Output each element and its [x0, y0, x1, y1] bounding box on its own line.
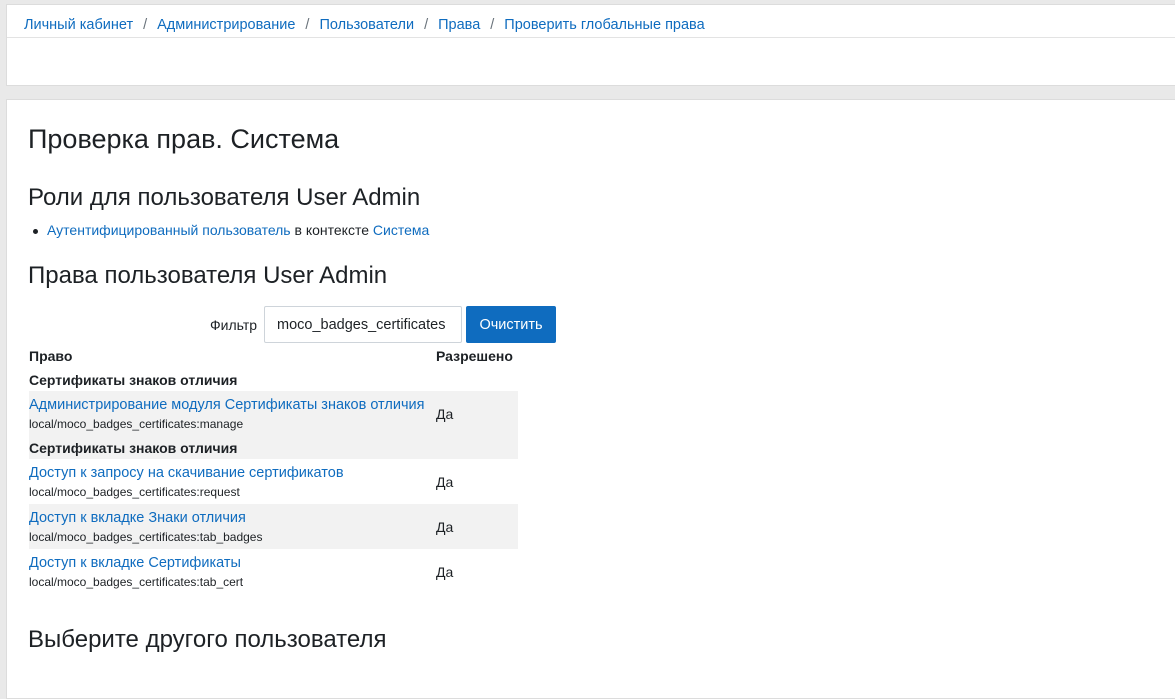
breadcrumb-separator: / [424, 17, 429, 33]
breadcrumb: Личный кабинет / Администрирование / Пользов… [24, 17, 705, 33]
clear-filter-button[interactable]: Очистить [466, 306, 556, 343]
breadcrumb-item-users[interactable]: Пользователи [319, 17, 414, 33]
breadcrumb-separator: / [305, 17, 310, 33]
table-row: Доступ к запросу на скачивание сертифика… [29, 459, 518, 504]
table-row: Доступ к вкладке Знаки отличия local/moc… [29, 504, 518, 549]
permission-code: local/moco_badges_certificates:tab_badge… [29, 529, 263, 544]
permission-code: local/moco_badges_certificates:request [29, 484, 240, 499]
permission-cell: Доступ к запросу на скачивание сертифика… [29, 459, 436, 504]
filter-input[interactable] [264, 306, 462, 343]
breadcrumb-item-permissions[interactable]: Права [438, 17, 480, 33]
breadcrumb-card: Личный кабинет / Администрирование / Пользов… [6, 4, 1175, 86]
breadcrumb-item-dashboard[interactable]: Личный кабинет [24, 17, 133, 33]
breadcrumb-item-check-global-permissions[interactable]: Проверить глобальные права [504, 17, 704, 33]
page-title: Проверка прав. Система [28, 124, 340, 154]
breadcrumb-separator: / [143, 17, 148, 33]
group-name: Сертификаты знаков отличия [29, 371, 238, 388]
column-header-permission: Право [29, 347, 73, 364]
table-group-row: Сертификаты знаков отличия [29, 436, 518, 459]
permissions-table: Право Разрешено Сертификаты знаков отлич… [29, 343, 518, 594]
context-link[interactable]: Система [373, 222, 429, 238]
table-row: Администрирование модуля Сертификаты зна… [29, 391, 518, 436]
allowed-value: Да [436, 563, 454, 580]
permission-cell: Доступ к вкладке Знаки отличия local/moc… [29, 504, 436, 549]
breadcrumb-separator: / [490, 17, 495, 33]
column-header-allowed: Разрешено [436, 347, 513, 364]
permission-link[interactable]: Администрирование модуля Сертификаты зна… [29, 396, 436, 414]
role-item: Аутентифицированный пользователь в конте… [32, 222, 429, 238]
permission-cell: Администрирование модуля Сертификаты зна… [29, 391, 436, 436]
roles-list: Аутентифицированный пользователь в конте… [32, 222, 429, 238]
allowed-value: Да [436, 473, 454, 490]
role-link[interactable]: Аутентифицированный пользователь [47, 222, 291, 238]
roles-heading: Роли для пользователя User Admin [28, 184, 421, 211]
permission-code: local/moco_badges_certificates:tab_cert [29, 574, 244, 589]
group-name: Сертификаты знаков отличия [29, 436, 518, 459]
allowed-value: Да [436, 391, 518, 436]
breadcrumb-item-administration[interactable]: Администрирование [157, 17, 295, 33]
header-divider [7, 37, 1175, 38]
permission-link[interactable]: Доступ к запросу на скачивание сертифика… [29, 464, 436, 482]
permission-link[interactable]: Доступ к вкладке Знаки отличия [29, 509, 436, 527]
permission-link[interactable]: Доступ к вкладке Сертификаты [29, 554, 436, 572]
filter-label: Фильтр [210, 317, 258, 333]
select-user-heading: Выберите другого пользователя [28, 626, 387, 653]
permission-cell: Доступ к вкладке Сертификаты local/moco_… [29, 549, 436, 594]
main-content: Проверка прав. Система Роли для пользова… [6, 99, 1175, 699]
permissions-heading: Права пользователя User Admin [28, 262, 388, 289]
table-row: Доступ к вкладке Сертификаты local/moco_… [29, 549, 518, 594]
table-header-row: Право Разрешено [29, 343, 518, 368]
permission-code: local/moco_badges_certificates:manage [29, 416, 244, 431]
allowed-value: Да [436, 504, 518, 549]
table-group-row: Сертификаты знаков отличия [29, 368, 518, 391]
role-context-text: в контексте [294, 222, 370, 238]
